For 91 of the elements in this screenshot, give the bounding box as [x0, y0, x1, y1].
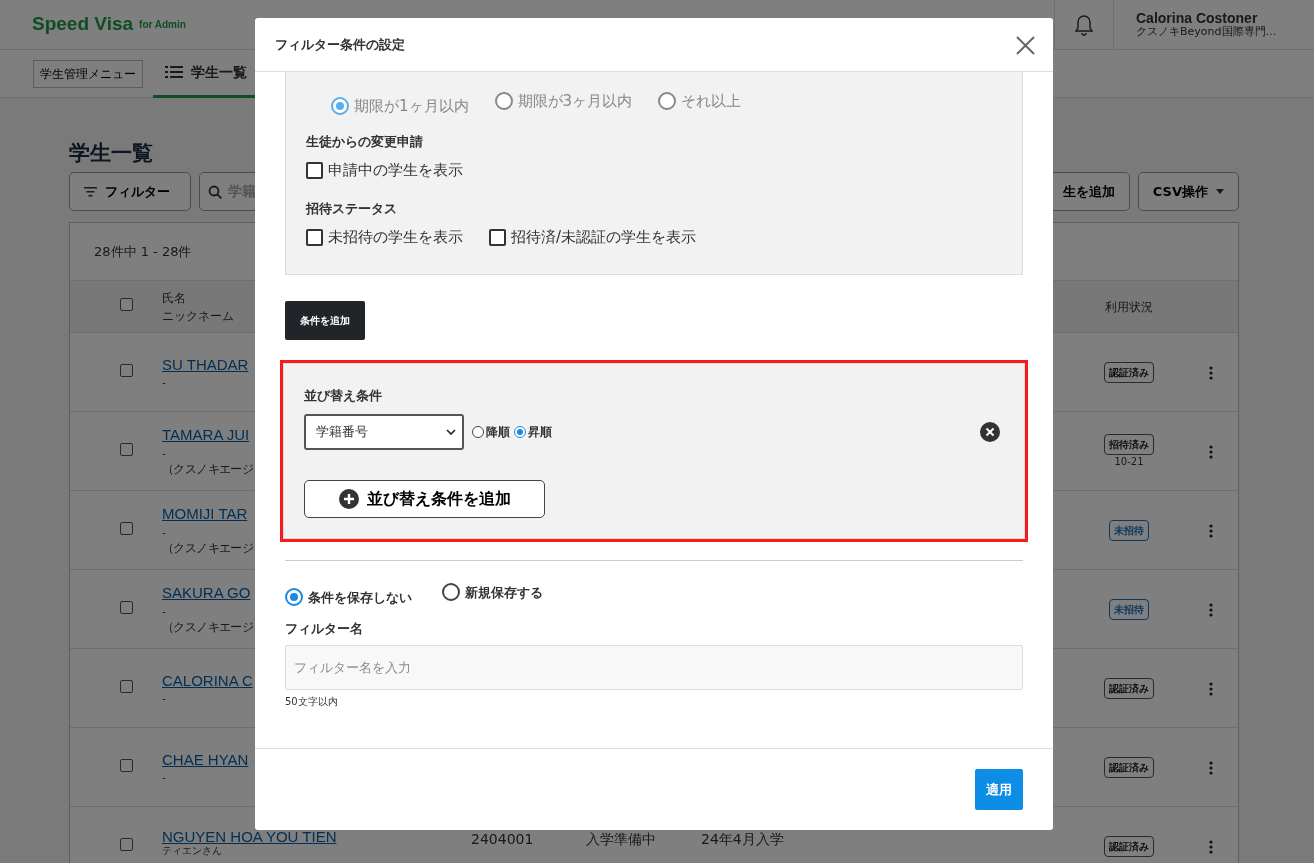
- radio-label: 条件を保存しない: [308, 588, 412, 607]
- checkbox-label: 未招待の学生を表示: [328, 227, 463, 249]
- status-tag: 未招待: [1109, 520, 1149, 541]
- checkbox[interactable]: [306, 229, 323, 246]
- row-checkbox[interactable]: [120, 521, 133, 535]
- menu-button[interactable]: 学生管理メニュー: [33, 59, 143, 88]
- table-cell: 入学準備中: [586, 831, 656, 847]
- logo: Speed Visa: [32, 12, 134, 37]
- help-text: 50文字以内: [285, 695, 338, 707]
- table-cell: 2404001: [471, 831, 534, 847]
- student-name-link[interactable]: SAKURA GO: [162, 582, 251, 605]
- add-sort-button[interactable]: 並び替え条件を追加: [304, 479, 545, 518]
- agency-name: （クスノキエージ: [162, 539, 254, 557]
- more-icon: [1209, 444, 1213, 459]
- nickname: -: [162, 525, 166, 540]
- field-label: フィルター名: [285, 620, 364, 639]
- student-name-link[interactable]: CALORINA C: [162, 669, 253, 693]
- radio-button[interactable]: [514, 425, 526, 438]
- nickname: -: [162, 692, 166, 707]
- agency-name: （クスノキエージ: [162, 460, 254, 478]
- student-name-link[interactable]: MOMIJI TAR: [162, 503, 248, 526]
- page-title: 学生一覧: [69, 141, 153, 167]
- row-checkbox[interactable]: [120, 600, 133, 614]
- row-checkbox[interactable]: [120, 679, 133, 693]
- section-heading: 生徒からの変更申請: [306, 132, 424, 151]
- radio-label: 昇順: [528, 423, 552, 441]
- organization-name: クスノキBeyond国際専門…: [1136, 26, 1278, 39]
- radio-button[interactable]: [285, 588, 303, 607]
- select-all-checkbox[interactable]: [120, 297, 133, 311]
- result-count: 28件中 1 - 28件: [94, 242, 192, 261]
- radio-label: 新規保存する: [465, 583, 543, 602]
- radio-label: 期限が3ヶ月以内: [517, 91, 633, 112]
- checkbox[interactable]: [306, 161, 323, 179]
- filter-name-field[interactable]: フィルター名を入力: [285, 644, 1023, 690]
- more-icon: [1209, 839, 1213, 854]
- more-icon: [1209, 681, 1213, 696]
- chevron-down-icon: [446, 428, 456, 435]
- radio-label: それ以上: [681, 91, 742, 112]
- plus-circle-icon: [338, 488, 359, 509]
- column-header: ニックネーム: [162, 307, 234, 325]
- row-checkbox[interactable]: [120, 442, 133, 456]
- more-icon: [1209, 523, 1213, 538]
- user-name: Calorina Costoner: [1136, 10, 1259, 26]
- filter-button[interactable]: フィルター: [69, 172, 191, 211]
- status-tag: 認証済み: [1104, 678, 1154, 699]
- search-icon: [208, 184, 222, 199]
- more-icon: [1209, 760, 1213, 775]
- agency-name: （クスノキエージ: [162, 618, 254, 636]
- radio-label: 期限が1ヶ月以内: [354, 96, 469, 117]
- logo-subtitle: for Admin: [139, 18, 186, 32]
- remove-button[interactable]: [980, 419, 1000, 444]
- add-condition-button[interactable]: 条件を追加: [285, 301, 365, 340]
- column-header: 利用状況: [1105, 299, 1153, 314]
- student-name-link[interactable]: NGUYEN HOA YOU TIEN: [162, 828, 337, 846]
- status-tag: 認証済み: [1104, 362, 1154, 383]
- invite-date: 10-21: [1113, 455, 1145, 469]
- modal-title: フィルター条件の設定: [275, 35, 405, 54]
- nickname: -: [162, 376, 166, 391]
- nickname: -: [162, 446, 166, 461]
- checkbox-label: 申請中の学生を表示: [328, 160, 463, 181]
- student-name-link[interactable]: SU THADAR: [162, 353, 249, 377]
- status-tag: 認証済み: [1104, 836, 1154, 857]
- more-icon: [1209, 365, 1213, 380]
- caret-icon: [1216, 189, 1224, 194]
- row-checkbox[interactable]: [120, 363, 133, 377]
- radio-button[interactable]: [472, 425, 484, 438]
- radio-label: 降順: [486, 423, 510, 441]
- row-checkbox[interactable]: [120, 837, 133, 851]
- checkbox-label: 招待済/未認証の学生を表示: [511, 227, 697, 249]
- section-heading: 招待ステータス: [306, 199, 398, 218]
- radio-button[interactable]: [442, 583, 460, 602]
- status-tag: 認証済み: [1104, 757, 1154, 778]
- nickname: -: [162, 771, 166, 786]
- list-icon: [165, 65, 183, 79]
- student-name-link[interactable]: CHAE HYAN: [162, 748, 249, 772]
- sort-field-select[interactable]: 学籍番号: [304, 413, 464, 450]
- status-tag: 招待済み: [1104, 434, 1154, 455]
- section-heading: 並び替え条件: [304, 387, 383, 405]
- filter-icon: [84, 186, 97, 197]
- row-checkbox[interactable]: [120, 758, 133, 772]
- checkbox[interactable]: [489, 229, 506, 246]
- student-name-link[interactable]: TAMARA JUI: [162, 424, 250, 447]
- nickname: -: [162, 604, 166, 619]
- nickname: ティエンさん: [162, 845, 222, 857]
- table-cell: 24年4月入学: [701, 831, 784, 847]
- apply-button[interactable]: 適用: [975, 769, 1023, 810]
- status-tag: 未招待: [1109, 599, 1149, 620]
- csv-button[interactable]: CSV操作: [1137, 172, 1239, 211]
- column-header: 氏名: [162, 289, 186, 307]
- more-icon: [1209, 602, 1213, 617]
- bell-icon: [1073, 13, 1095, 36]
